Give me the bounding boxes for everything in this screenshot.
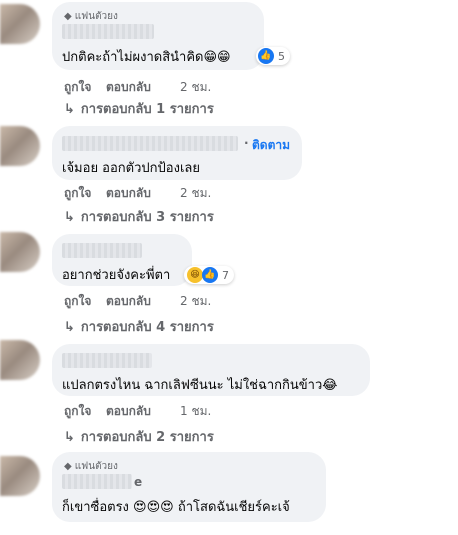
view-replies-link[interactable]: ↳ การตอบกลับ 2 รายการ <box>64 426 214 447</box>
timestamp[interactable]: 1 ชม. <box>180 402 211 421</box>
view-replies-link[interactable]: ↳ การตอบกลับ 4 รายการ <box>64 316 214 337</box>
like-button[interactable]: ถูกใจ <box>64 78 91 97</box>
reaction-summary[interactable]: 😆 👍 7 <box>184 266 234 284</box>
author-name[interactable] <box>62 243 142 258</box>
reply-button[interactable]: ตอบกลับ <box>106 78 151 97</box>
reply-arrow-icon: ↳ <box>64 320 75 335</box>
diamond-icon: ◆ <box>64 461 72 472</box>
reply-arrow-icon: ↳ <box>64 102 75 117</box>
comment-bubble: อยากช่วยจังคะพี่ตา 😆 👍 7 <box>52 234 234 286</box>
like-reaction-icon: 👍 <box>202 267 218 283</box>
view-replies-link[interactable]: ↳ การตอบกลับ 1 รายการ <box>64 98 214 119</box>
name-separator: · <box>244 136 249 150</box>
fan-badge[interactable]: ◆ แฟนตัวยง <box>64 459 118 474</box>
timestamp[interactable]: 2 ชม. <box>180 78 211 97</box>
like-button[interactable]: ถูกใจ <box>64 402 91 421</box>
reply-arrow-icon: ↳ <box>64 430 75 445</box>
author-name-tail: e <box>134 475 143 489</box>
comment-text: อยากช่วยจังคะพี่ตา <box>62 268 171 283</box>
author-name[interactable] <box>62 136 238 151</box>
comment-text: เจ้มอย ออกตัวปกป้องเลย <box>62 161 200 176</box>
author-name[interactable] <box>62 24 154 39</box>
avatar[interactable] <box>0 340 40 380</box>
comment-bubble: · ติดตาม เจ้มอย ออกตัวปกป้องเลย <box>52 126 302 180</box>
comment-text: ปกติคะถ้าไม่ผงาดสินำคิด😁😁 <box>62 50 231 65</box>
timestamp[interactable]: 2 ชม. <box>180 184 211 203</box>
comment-text: ก็เขาซื่อตรง 😍😍😍 ถ้าโสดฉันเชียร์คะเจ้ <box>62 500 290 515</box>
comment-bubble: ◆ แฟนตัวยง ปกติคะถ้าไม่ผงาดสินำคิด😁😁 👍 5 <box>52 2 290 70</box>
avatar[interactable] <box>0 126 40 166</box>
reply-button[interactable]: ตอบกลับ <box>106 292 151 311</box>
author-name[interactable] <box>62 353 152 368</box>
comment-bubble: แปลกตรงไหน ฉากเลิฟซีนนะ ไม่ใช่ฉากกินข้าว… <box>52 344 370 396</box>
like-reaction-icon: 👍 <box>258 48 274 64</box>
comment-bubble: ◆ แฟนตัวยง e ก็เขาซื่อตรง 😍😍😍 ถ้าโสดฉันเช… <box>52 452 326 522</box>
avatar[interactable] <box>0 4 40 44</box>
view-replies-link[interactable]: ↳ การตอบกลับ 3 รายการ <box>64 206 214 227</box>
timestamp[interactable]: 2 ชม. <box>180 292 211 311</box>
avatar[interactable] <box>0 232 40 272</box>
reply-arrow-icon: ↳ <box>64 210 75 225</box>
like-button[interactable]: ถูกใจ <box>64 292 91 311</box>
like-button[interactable]: ถูกใจ <box>64 184 91 203</box>
comment-text: แปลกตรงไหน ฉากเลิฟซีนนะ ไม่ใช่ฉากกินข้าว… <box>62 378 338 393</box>
fan-badge[interactable]: ◆ แฟนตัวยง <box>64 9 118 24</box>
author-name[interactable] <box>62 474 132 489</box>
reply-button[interactable]: ตอบกลับ <box>106 184 151 203</box>
avatar[interactable] <box>0 456 40 496</box>
diamond-icon: ◆ <box>64 11 72 22</box>
reaction-summary[interactable]: 👍 5 <box>256 47 290 65</box>
follow-button[interactable]: ติดตาม <box>252 136 290 155</box>
reply-button[interactable]: ตอบกลับ <box>106 402 151 421</box>
